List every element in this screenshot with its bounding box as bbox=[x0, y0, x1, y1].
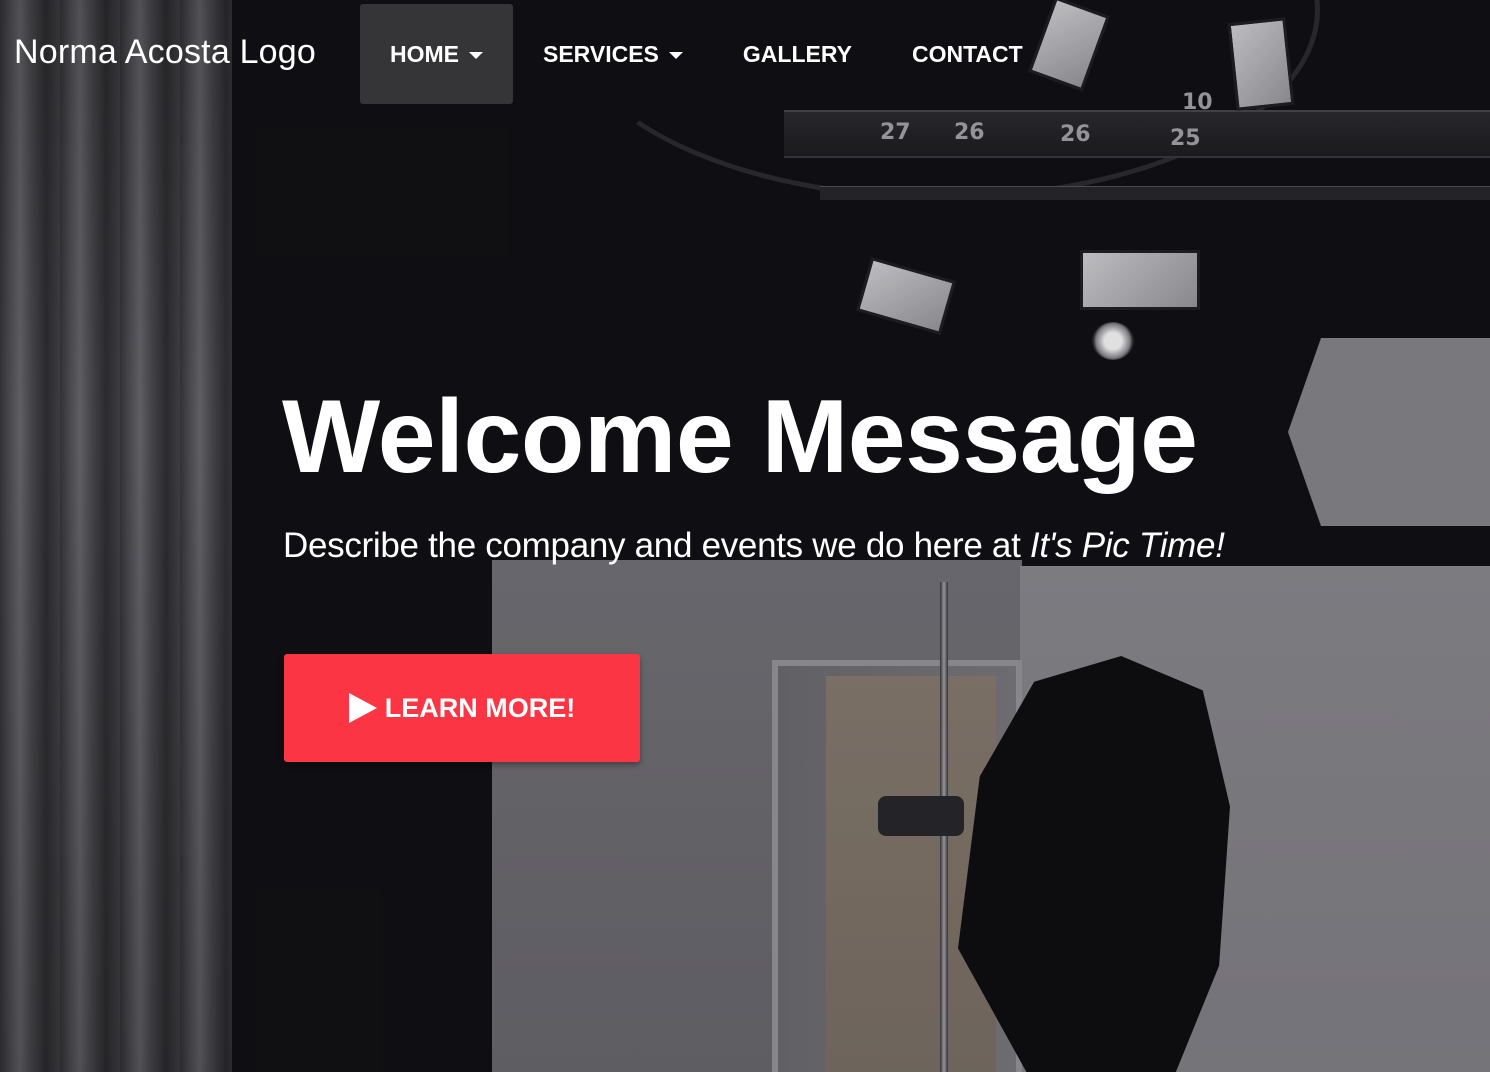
nav-item-label: HOME bbox=[390, 40, 459, 67]
nav-item-label: SERVICES bbox=[543, 40, 659, 67]
hero-title: Welcome Message bbox=[282, 379, 1198, 495]
caret-down-icon bbox=[668, 51, 683, 59]
caret-down-icon bbox=[469, 51, 483, 59]
navbar: Norma Acosta Logo HOME SERVICES GALLERY … bbox=[0, 0, 1490, 106]
nav-item-label: GALLERY bbox=[742, 40, 852, 67]
hero-subtitle-emphasis: It's Pic Time! bbox=[1029, 526, 1225, 565]
hero-subtitle: Describe the company and events we do he… bbox=[283, 526, 1225, 566]
hero-subtitle-text: Describe the company and events we do he… bbox=[283, 526, 1030, 565]
nav-item-label: CONTACT bbox=[911, 40, 1023, 67]
nav-item-home[interactable]: HOME bbox=[360, 4, 513, 104]
learn-more-button[interactable]: LEARN MORE! bbox=[284, 654, 640, 762]
nav-item-contact[interactable]: CONTACT bbox=[882, 4, 1053, 104]
nav-item-gallery[interactable]: GALLERY bbox=[713, 4, 882, 104]
brand-logo-link[interactable]: Norma Acosta Logo bbox=[14, 33, 316, 72]
nav-item-services[interactable]: SERVICES bbox=[513, 4, 713, 104]
play-icon bbox=[348, 693, 377, 723]
nav-menu: HOME SERVICES GALLERY CONTACT bbox=[360, 4, 1053, 104]
learn-more-label: LEARN MORE! bbox=[384, 692, 576, 723]
